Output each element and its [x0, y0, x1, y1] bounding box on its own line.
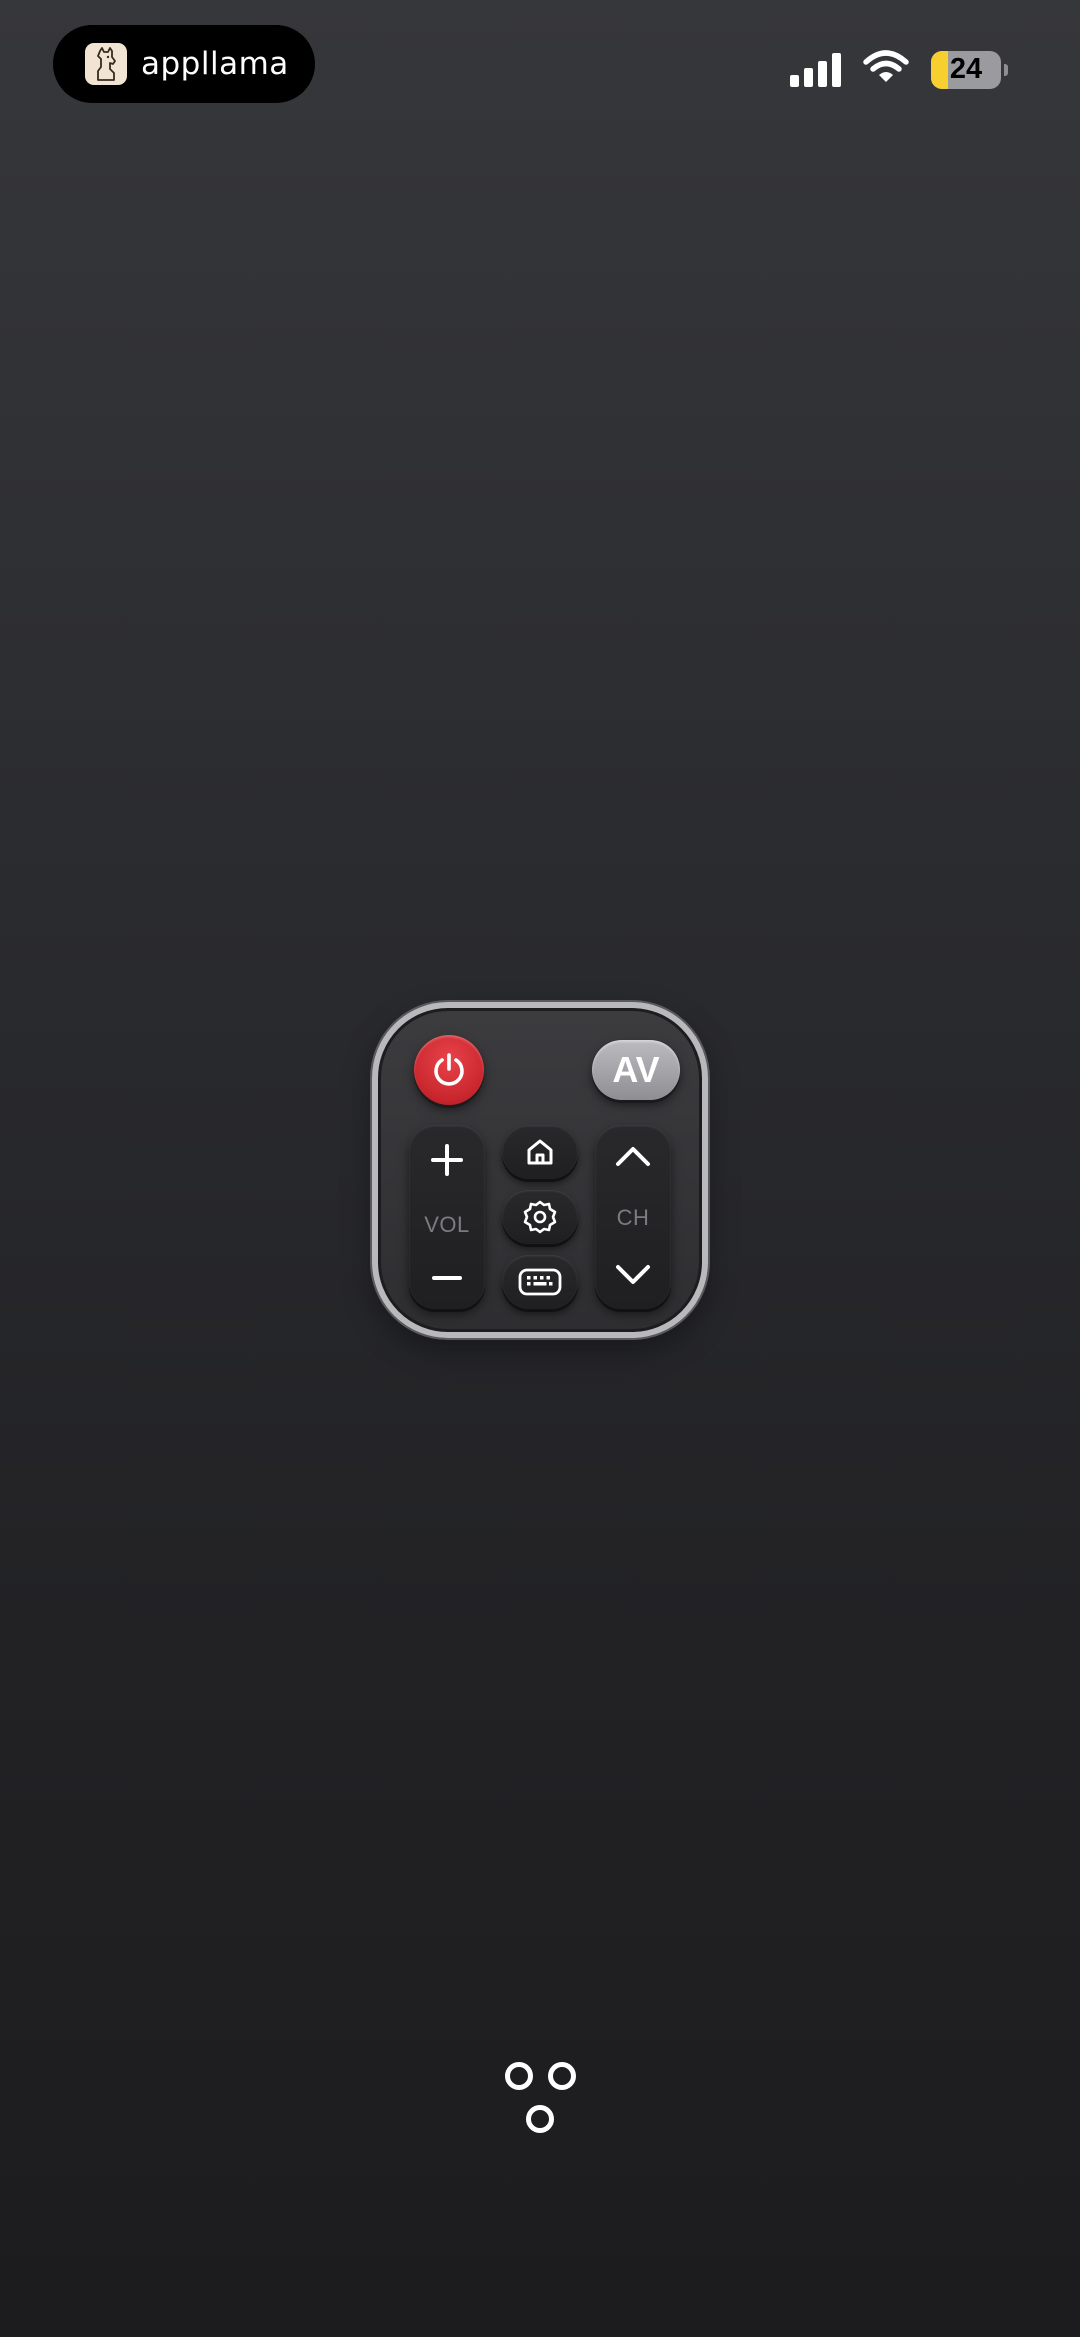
volume-rocker[interactable]: VOL — [409, 1125, 485, 1309]
battery-indicator: 24 — [931, 50, 1001, 89]
power-button[interactable] — [414, 1035, 484, 1105]
channel-down-button[interactable] — [613, 1262, 653, 1293]
cellular-signal-icon — [790, 52, 841, 87]
status-indicators: 24 — [790, 50, 1008, 89]
channel-rocker[interactable]: CH — [595, 1125, 671, 1309]
channel-label: CH — [616, 1205, 650, 1230]
av-label: AV — [612, 1049, 660, 1090]
gear-icon — [523, 1200, 557, 1234]
home-icon — [527, 1139, 553, 1165]
power-icon — [434, 1053, 464, 1086]
tv-remote-widget[interactable]: AV VOL CH — [372, 1002, 708, 1338]
home-button[interactable] — [502, 1125, 578, 1179]
battery-percentage: 24 — [949, 53, 983, 85]
pill-label: appllama — [141, 46, 289, 82]
plus-icon — [431, 1144, 463, 1176]
channel-up-button[interactable] — [613, 1143, 653, 1174]
dot — [548, 2062, 576, 2090]
chevron-down-icon — [616, 1265, 650, 1284]
dot — [526, 2105, 554, 2133]
settings-button[interactable] — [502, 1190, 578, 1244]
dot — [505, 2062, 533, 2090]
minus-icon — [432, 1276, 462, 1280]
keyboard-icon — [518, 1268, 562, 1296]
more-dots-icon[interactable] — [501, 2062, 581, 2134]
av-button[interactable]: AV — [592, 1040, 680, 1100]
llama-icon — [85, 43, 127, 85]
appllama-pill[interactable]: appllama — [53, 25, 315, 103]
wifi-icon — [863, 50, 909, 89]
chevron-up-icon — [616, 1147, 650, 1166]
battery-cap — [1004, 63, 1008, 76]
volume-label: VOL — [424, 1212, 470, 1237]
keyboard-button[interactable] — [502, 1255, 578, 1309]
volume-up-button[interactable] — [430, 1143, 464, 1182]
volume-down-button[interactable] — [430, 1268, 464, 1293]
